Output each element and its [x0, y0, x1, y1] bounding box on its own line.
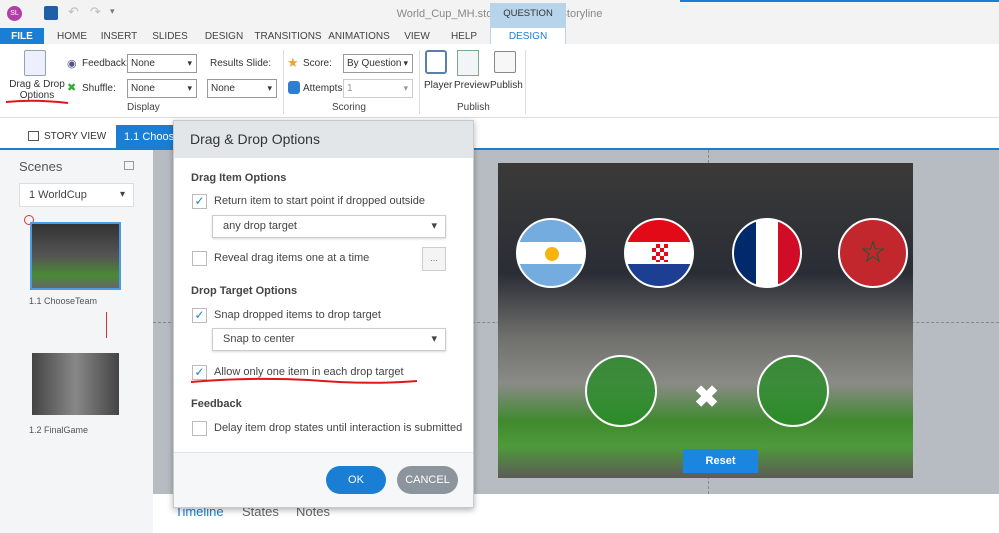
attempts-label: Attempts: — [303, 83, 346, 94]
versus-x-icon: ✖ — [694, 381, 720, 414]
scenes-panel — [0, 150, 153, 533]
tab-insert[interactable]: INSERT — [97, 28, 141, 45]
score-label: Score: — [303, 58, 332, 69]
publish-group-label: Publish — [457, 102, 490, 113]
drop-target-left[interactable] — [585, 355, 657, 427]
tab-view[interactable]: VIEW — [397, 28, 437, 45]
scene-select[interactable]: 1 WorldCup ▾ — [19, 183, 134, 207]
tab-file[interactable]: FILE — [0, 28, 44, 45]
slide-stadium-background — [498, 163, 913, 478]
tab-question-design[interactable]: DESIGN — [490, 28, 566, 45]
reveal-items-label: Reveal drag items one at a time — [214, 252, 370, 264]
tab-story-view[interactable]: STORY VIEW — [44, 131, 106, 142]
red-annotation-underline — [190, 377, 418, 384]
snap-position-select[interactable]: Snap to center — [212, 328, 446, 351]
slide-label-2[interactable]: 1.2 FinalGame — [29, 425, 88, 435]
flag-croatia[interactable] — [624, 218, 694, 288]
dialog-title: Drag & Drop Options — [174, 121, 473, 158]
tab-design[interactable]: DESIGN — [200, 28, 248, 45]
tab-home[interactable]: HOME — [52, 28, 92, 45]
player-icon[interactable] — [425, 50, 447, 74]
publish-icon[interactable] — [494, 51, 516, 73]
reveal-options-button[interactable]: ... — [422, 247, 446, 271]
chevron-down-icon: ▾ — [119, 189, 125, 200]
top-accent — [680, 0, 999, 2]
tab-animations[interactable]: ANIMATIONS — [327, 28, 391, 45]
feedback-icon: ◉ — [67, 58, 77, 70]
slide-label-1[interactable]: 1.1 ChooseTeam — [29, 296, 97, 306]
feedback-heading: Feedback — [191, 398, 242, 410]
red-annotation-underline — [5, 99, 69, 104]
slide-thumbnail-1[interactable] — [30, 222, 121, 290]
drag-item-options-heading: Drag Item Options — [191, 172, 287, 184]
scene-select-value: 1 WorldCup — [29, 189, 87, 201]
results-slide-select[interactable]: None — [207, 79, 277, 98]
restore-icon[interactable] — [124, 161, 134, 170]
delay-states-label: Delay item drop states until interaction… — [214, 422, 463, 434]
drag-drop-options-icon[interactable] — [24, 50, 46, 76]
flag-morocco[interactable]: ☆ — [838, 218, 908, 288]
branch-arrow — [106, 312, 107, 338]
group-separator — [283, 50, 284, 114]
tab-transitions[interactable]: TRANSITIONS — [253, 28, 323, 45]
return-item-checkbox[interactable]: ✓ — [192, 194, 207, 209]
scoring-group-label: Scoring — [332, 102, 366, 113]
attempts-icon — [288, 81, 300, 94]
preview-button[interactable]: Preview — [454, 80, 490, 91]
snap-checkbox[interactable]: ✓ — [192, 308, 207, 323]
tab-slide-choose-team[interactable]: 1.1 Choos — [116, 125, 176, 149]
return-target-select[interactable]: any drop target — [212, 215, 446, 238]
tab-help[interactable]: HELP — [444, 28, 484, 45]
scenes-title: Scenes — [19, 159, 63, 174]
attempts-select[interactable]: 1 — [343, 79, 413, 98]
display-group-label: Display — [127, 102, 160, 113]
story-view-icon — [28, 131, 39, 141]
reveal-items-checkbox[interactable] — [192, 251, 207, 266]
tab-slides[interactable]: SLIDES — [145, 28, 195, 45]
publish-button[interactable]: Publish — [490, 80, 523, 91]
ok-button[interactable]: OK — [326, 466, 386, 494]
slide-thumbnail-2[interactable] — [32, 353, 119, 415]
group-separator — [525, 50, 526, 114]
delay-states-checkbox[interactable] — [192, 421, 207, 436]
feedback-label: Feedback: — [82, 58, 129, 69]
flag-france[interactable] — [732, 218, 802, 288]
drop-target-right[interactable] — [757, 355, 829, 427]
shuffle-label: Shuffle: — [82, 83, 116, 94]
drop-target-options-heading: Drop Target Options — [191, 285, 298, 297]
group-separator — [419, 50, 420, 114]
flag-argentina[interactable] — [516, 218, 586, 288]
cancel-button[interactable]: CANCEL — [397, 466, 458, 494]
results-slide-label: Results Slide: — [210, 58, 272, 69]
star-icon: ★ — [287, 55, 299, 70]
drag-drop-options-dialog: Drag & Drop Options Drag Item Options ✓ … — [173, 120, 474, 508]
player-button[interactable]: Player — [424, 80, 452, 91]
preview-icon[interactable] — [457, 50, 479, 76]
shuffle-icon: ✖ — [67, 82, 77, 94]
reset-button[interactable]: Reset — [683, 449, 758, 473]
snap-label: Snap dropped items to drop target — [214, 309, 381, 321]
return-item-label: Return item to start point if dropped ou… — [214, 195, 425, 207]
shuffle-select[interactable]: None — [127, 79, 197, 98]
question-tools-label: QUESTION TOOLS — [490, 3, 566, 41]
score-select[interactable]: By Question — [343, 54, 413, 73]
feedback-select[interactable]: None — [127, 54, 197, 73]
